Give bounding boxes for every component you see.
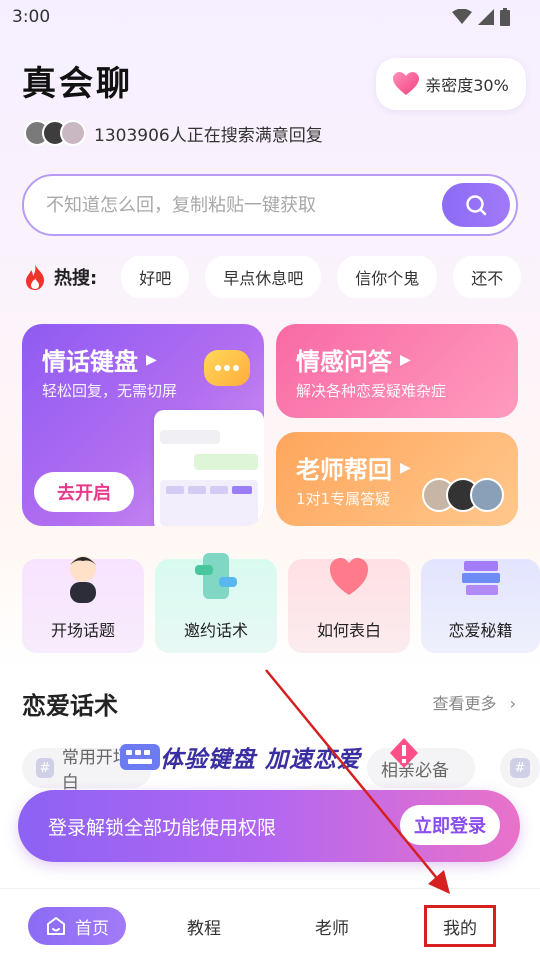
feature-love-guide[interactable]: 恋爱秘籍 bbox=[421, 559, 540, 653]
see-more-text: 查看更多 bbox=[432, 694, 497, 713]
status-bar: 3:00 bbox=[0, 0, 540, 34]
chevron-right-icon: › bbox=[509, 694, 516, 713]
phone-chat-icon bbox=[195, 553, 237, 599]
battery-icon bbox=[500, 8, 510, 26]
hot-chip[interactable]: 还不 bbox=[453, 256, 522, 298]
tab-teacher[interactable]: 老师 bbox=[300, 907, 364, 945]
hot-chip[interactable]: 信你个鬼 bbox=[337, 256, 438, 298]
login-banner[interactable]: 登录解锁全部功能使用权限 立即登录 bbox=[18, 790, 520, 862]
emotion-card-subtitle: 解决各种恋爱疑难杂症 bbox=[296, 382, 447, 400]
fire-icon bbox=[26, 264, 44, 290]
hot-label: 热搜: bbox=[24, 264, 97, 290]
section-title: 恋爱话术 bbox=[22, 692, 118, 720]
tab-tutorial[interactable]: 教程 bbox=[172, 907, 236, 945]
hot-chip[interactable]: 好吧 bbox=[121, 256, 190, 298]
feature-label: 开场话题 bbox=[50, 621, 115, 640]
enable-keyboard-button[interactable]: 去开启 bbox=[34, 472, 134, 512]
keyboard-card-subtitle: 轻松回复，无需切屏 bbox=[42, 382, 178, 400]
bottom-tab-bar: 首页 教程 老师 我的 bbox=[0, 888, 540, 960]
gift-heart-icon bbox=[330, 558, 368, 595]
heart-icon bbox=[393, 72, 420, 95]
teacher-avatars bbox=[422, 478, 504, 512]
login-text: 登录解锁全部功能使用权限 bbox=[48, 817, 277, 839]
emotion-card-title-text: 情感问答 bbox=[296, 348, 392, 376]
feature-opening-topics[interactable]: 开场话题 bbox=[22, 556, 144, 653]
chevron-right-icon: ▶ bbox=[400, 459, 411, 476]
books-icon bbox=[461, 561, 500, 595]
hot-label-text: 热搜: bbox=[54, 268, 98, 289]
keyboard-icon bbox=[120, 744, 160, 770]
keyboard-card-title-text: 情话键盘 bbox=[42, 348, 138, 376]
intimacy-label: 亲密度30% bbox=[425, 76, 509, 95]
promo-banner: 体验键盘 加速恋爱 bbox=[118, 732, 418, 778]
keyboard-card-title: 情话键盘 ▶ bbox=[42, 342, 157, 377]
avatar bbox=[60, 120, 86, 146]
status-time: 3:00 bbox=[12, 7, 51, 27]
searching-status: 1303906人正在搜索满意回复 bbox=[24, 120, 323, 146]
feature-date-scripts[interactable]: 邀约话术 bbox=[155, 553, 277, 653]
tab-mine[interactable]: 我的 bbox=[424, 905, 496, 947]
chat-bubble-icon bbox=[204, 350, 250, 386]
hash-icon: # bbox=[36, 758, 54, 778]
emotion-qa-card[interactable]: 情感问答 ▶ 解决各种恋爱疑难杂症 bbox=[276, 324, 518, 418]
search-icon bbox=[466, 195, 487, 216]
teacher-card-title: 老师帮回 ▶ bbox=[296, 450, 411, 485]
hot-chip[interactable]: 早点休息吧 bbox=[205, 256, 322, 298]
keyboard-card[interactable]: 情话键盘 ▶ 轻松回复，无需切屏 去开启 bbox=[22, 324, 264, 526]
feature-how-to-confess[interactable]: 如何表白 bbox=[288, 558, 410, 653]
app-title: 真会聊 bbox=[22, 64, 133, 104]
see-more-link[interactable]: 查看更多 › bbox=[432, 690, 516, 714]
wifi-icon bbox=[452, 9, 472, 24]
feature-label: 邀约话术 bbox=[183, 621, 248, 640]
search-box bbox=[22, 174, 518, 236]
avatar bbox=[470, 478, 504, 512]
intimacy-badge[interactable]: 亲密度30% bbox=[376, 58, 526, 110]
login-button[interactable]: 立即登录 bbox=[400, 805, 500, 845]
script-tag[interactable]: # bbox=[500, 748, 540, 788]
teacher-reply-card[interactable]: 老师帮回 ▶ 1对1专属答疑 bbox=[276, 432, 518, 526]
promo-text: 体验键盘 加速恋爱 bbox=[160, 747, 362, 773]
hot-search-row: 热搜: 好吧 早点休息吧 信你个鬼 还不 bbox=[24, 256, 540, 298]
teacher-card-subtitle: 1对1专属答疑 bbox=[296, 490, 391, 508]
chevron-right-icon: ▶ bbox=[400, 351, 411, 368]
searching-text: 1303906人正在搜索满意回复 bbox=[94, 125, 323, 146]
search-input[interactable] bbox=[46, 176, 436, 234]
tab-home-label: 首页 bbox=[75, 918, 109, 939]
home-icon bbox=[47, 917, 65, 935]
chevron-right-icon: ▶ bbox=[146, 351, 157, 368]
emotion-card-title: 情感问答 ▶ bbox=[296, 342, 411, 377]
phone-mockup bbox=[154, 410, 264, 526]
user-avatars bbox=[24, 120, 86, 146]
signal-icon bbox=[478, 9, 494, 25]
status-icons bbox=[452, 8, 510, 26]
search-button[interactable] bbox=[442, 183, 510, 227]
hash-icon: # bbox=[510, 758, 530, 778]
feature-label: 恋爱秘籍 bbox=[448, 621, 513, 640]
feature-label: 如何表白 bbox=[316, 621, 381, 640]
boy-avatar-icon bbox=[70, 556, 96, 603]
exclamation-badge-icon bbox=[390, 738, 418, 768]
tab-home[interactable]: 首页 bbox=[28, 907, 126, 945]
teacher-card-title-text: 老师帮回 bbox=[296, 456, 392, 484]
